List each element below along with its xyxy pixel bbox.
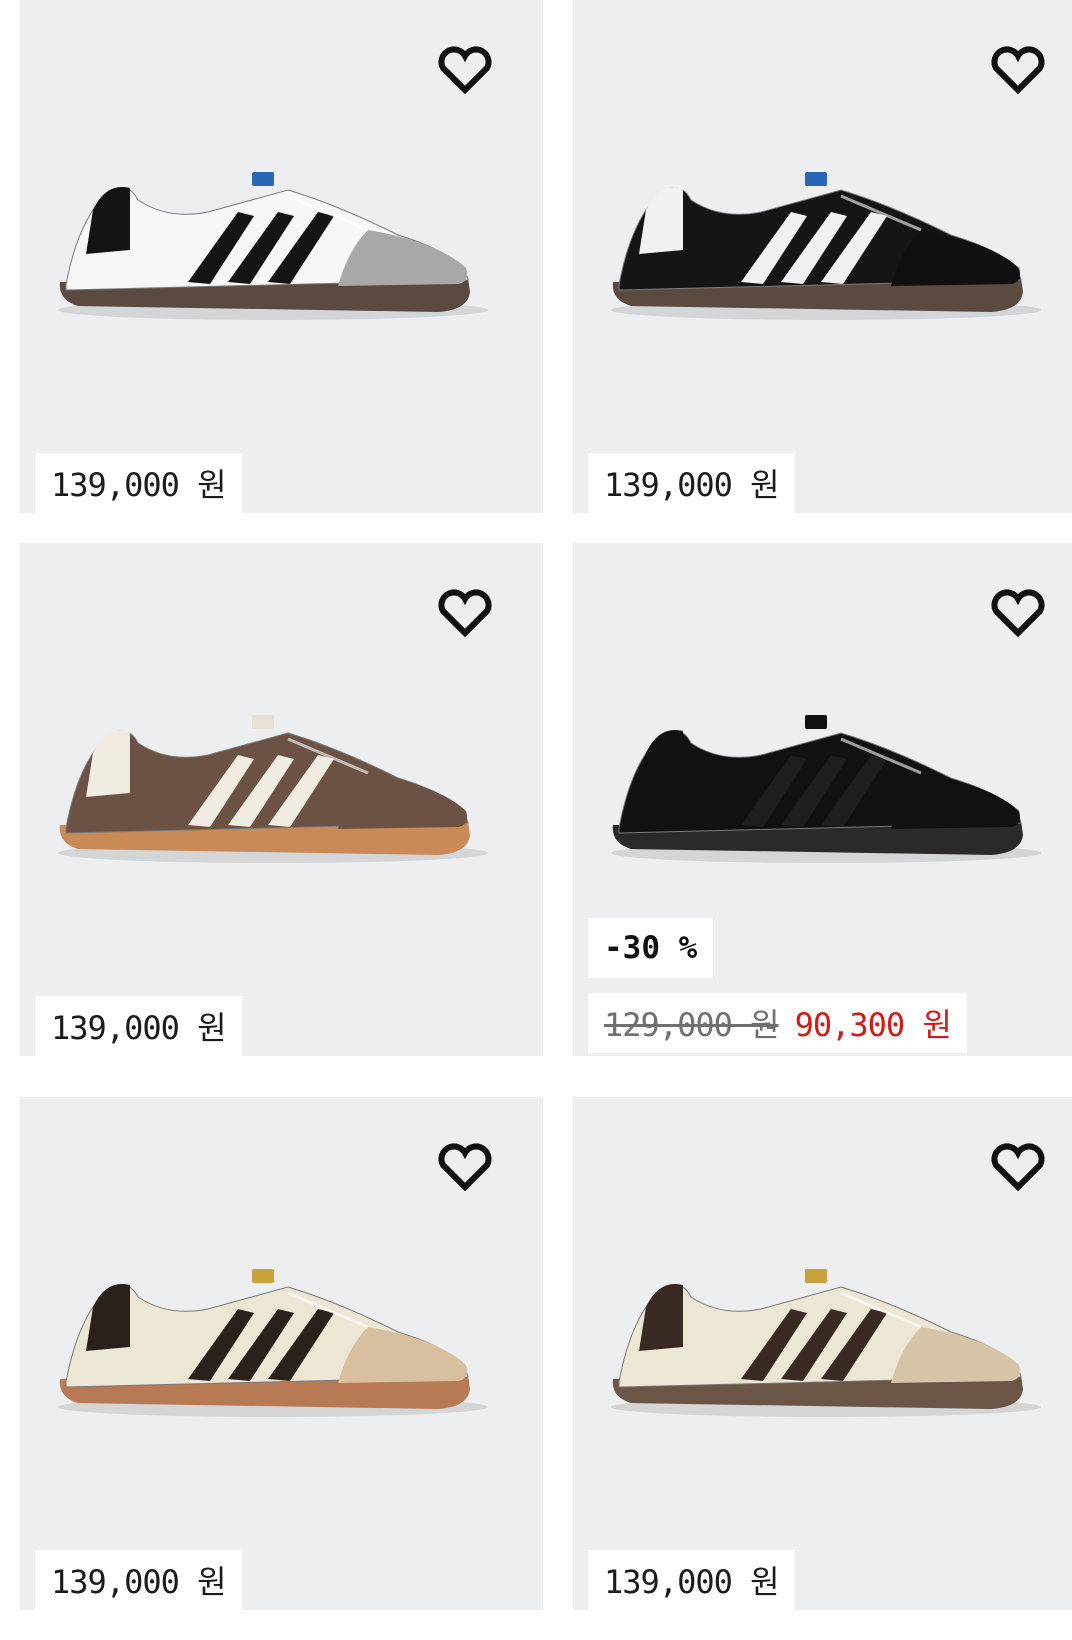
shoe-image (58, 172, 488, 320)
discount-label: -30 % (604, 930, 698, 966)
shoe-heel (639, 729, 683, 797)
product-card[interactable]: 139,000 원 (20, 0, 543, 513)
shoe-tongue-tag (252, 1269, 274, 1283)
heart-icon[interactable] (437, 589, 493, 639)
original-price: 129,000 원 (604, 1006, 780, 1044)
shoe-heel (86, 729, 130, 797)
heart-icon[interactable] (437, 46, 493, 96)
heart-icon[interactable] (990, 589, 1046, 639)
shoe-tongue-tag (252, 172, 274, 186)
price: 139,000 원 (51, 1563, 227, 1601)
shoe-image (611, 715, 1041, 863)
price-tag: 139,000 원 (588, 1550, 795, 1610)
heart-icon[interactable] (990, 1143, 1046, 1193)
shoe-image (611, 1269, 1041, 1417)
price-tag: 139,000 원 (35, 996, 242, 1056)
price: 139,000 원 (604, 466, 780, 504)
shoe-image (58, 715, 488, 863)
discount-badge: -30 % (588, 918, 714, 978)
price-tag: 139,000 원 (588, 453, 795, 513)
sale-price: 90,300 원 (794, 1006, 952, 1044)
shoe-heel (639, 186, 683, 254)
shoe-tongue-tag (805, 715, 827, 729)
shoe-heel (639, 1283, 683, 1351)
shoe-heel (86, 186, 130, 254)
product-grid: 139,000 원 139,000 원 139,000 원 -30 % 129,… (0, 0, 1072, 1640)
price: 139,000 원 (604, 1563, 780, 1601)
heart-icon[interactable] (990, 46, 1046, 96)
sale-price-tag: 129,000 원 90,300 원 (588, 993, 967, 1053)
shoe-image (58, 1269, 488, 1417)
product-card[interactable]: 139,000 원 (20, 1097, 543, 1610)
shoe-image (611, 172, 1041, 320)
product-card[interactable]: 139,000 원 (573, 0, 1072, 513)
shoe-heel (86, 1283, 130, 1351)
shoe-tongue-tag (805, 172, 827, 186)
product-card[interactable]: -30 % 129,000 원 90,300 원 (573, 543, 1072, 1056)
price: 139,000 원 (51, 466, 227, 504)
heart-icon[interactable] (437, 1143, 493, 1193)
price: 139,000 원 (51, 1009, 227, 1047)
price-tag: 139,000 원 (35, 453, 242, 513)
shoe-tongue-tag (252, 715, 274, 729)
product-card[interactable]: 139,000 원 (573, 1097, 1072, 1610)
price-tag: 139,000 원 (35, 1550, 242, 1610)
shoe-tongue-tag (805, 1269, 827, 1283)
product-card[interactable]: 139,000 원 (20, 543, 543, 1056)
